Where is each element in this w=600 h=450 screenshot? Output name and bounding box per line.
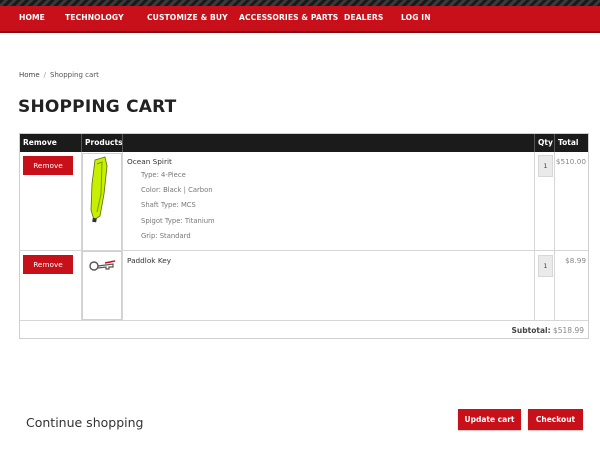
nav-dealers[interactable]: DEALERS <box>344 13 383 22</box>
quantity-input[interactable]: 1 <box>538 255 553 277</box>
cart-table: Remove Products Qty Total Remove Ocean S… <box>19 133 589 339</box>
header-divider <box>122 134 123 152</box>
breadcrumb-home[interactable]: Home <box>19 71 40 79</box>
product-attribute: Grip: Standard <box>141 232 191 240</box>
header-divider <box>534 134 535 152</box>
checkout-button[interactable]: Checkout <box>528 409 583 430</box>
product-attribute: Type: 4-Piece <box>141 171 186 179</box>
nav-accessories-parts[interactable]: ACCESSORIES & PARTS <box>239 13 338 22</box>
nav-technology[interactable]: TECHNOLOGY <box>65 13 124 22</box>
key-icon <box>89 260 116 271</box>
nav-log-in[interactable]: LOG IN <box>401 13 431 22</box>
header-divider <box>554 134 555 152</box>
product-name[interactable]: Ocean Spirit <box>127 157 172 166</box>
main-navigation: HOME TECHNOLOGY CUSTOMIZE & BUY ACCESSOR… <box>0 6 600 31</box>
nav-customize-buy[interactable]: CUSTOMIZE & BUY <box>147 13 228 22</box>
line-total: $510.00 <box>555 157 586 166</box>
product-thumbnail[interactable] <box>82 153 122 251</box>
paddle-blade-icon <box>90 156 108 223</box>
continue-shopping-link[interactable]: Continue shopping <box>26 415 143 430</box>
header-qty: Qty <box>538 138 553 147</box>
remove-button[interactable]: Remove <box>23 156 73 175</box>
row-divider <box>20 320 588 321</box>
nav-shadow <box>0 31 600 33</box>
header-products: Products <box>85 138 123 147</box>
table-header: Remove Products Qty Total <box>20 134 588 152</box>
page-title: SHOPPING CART <box>18 97 177 117</box>
column-divider <box>534 152 535 320</box>
product-attribute: Color: Black | Carbon <box>141 186 213 194</box>
product-attribute: Shaft Type: MCS <box>141 201 196 209</box>
remove-button[interactable]: Remove <box>23 255 73 274</box>
nav-home[interactable]: HOME <box>19 13 45 22</box>
product-thumbnail[interactable] <box>82 251 122 320</box>
breadcrumb: Home / Shopping cart <box>19 71 99 79</box>
product-attribute: Spigot Type: Titanium <box>141 217 215 225</box>
breadcrumb-separator: / <box>43 71 47 79</box>
header-remove: Remove <box>23 138 57 147</box>
subtotal: Subtotal: $518.99 <box>512 326 584 335</box>
column-divider <box>122 152 123 320</box>
update-cart-button[interactable]: Update cart <box>458 409 521 430</box>
product-name[interactable]: Paddlok Key <box>127 256 171 265</box>
header-divider <box>81 134 82 152</box>
subtotal-label: Subtotal: <box>511 326 551 335</box>
subtotal-value: $518.99 <box>552 326 584 335</box>
breadcrumb-current: Shopping cart <box>50 71 99 79</box>
column-divider <box>554 152 555 320</box>
quantity-input[interactable]: 1 <box>538 155 553 177</box>
header-total: Total <box>558 138 579 147</box>
line-total: $8.99 <box>565 256 586 265</box>
